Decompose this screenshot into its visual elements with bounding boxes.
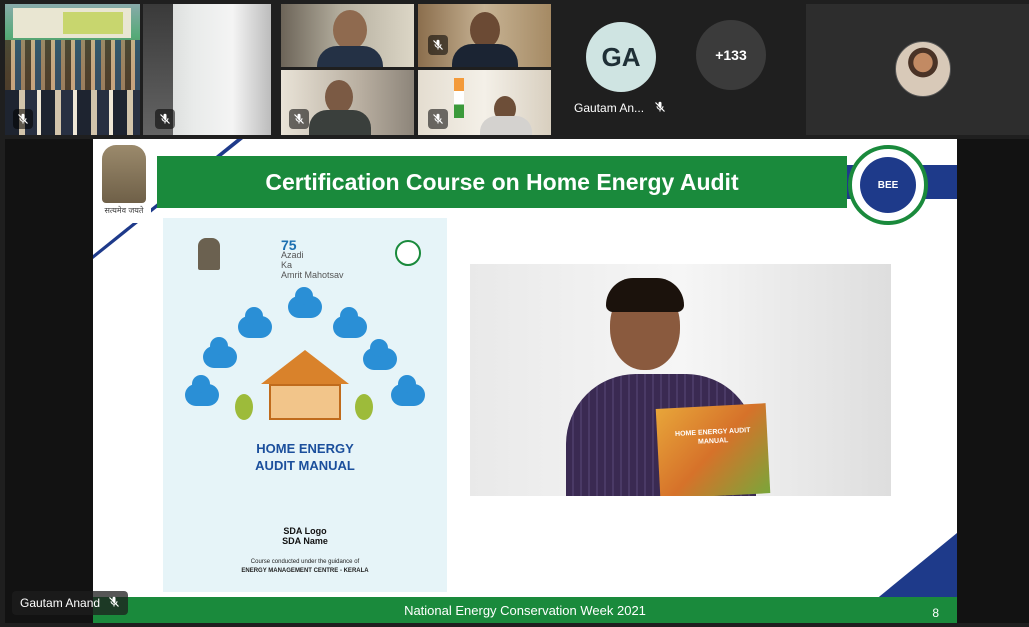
mic-off-icon [155,109,175,129]
mic-off-icon [428,109,448,129]
presentation-slide: सत्यमेव जयते Certification Course on Hom… [93,139,957,623]
video-feed [606,278,684,312]
participant-tile-ga[interactable]: GA Gautam An... [562,4,678,135]
shared-screen: सत्यमेव जयते Certification Course on Hom… [5,139,1029,623]
participant-tile-6[interactable] [418,70,551,135]
slide-page-number: 8 [932,606,939,620]
manual-logos: 75 Azadi Ka Amrit Mahotsav [163,237,447,280]
bee-logo-icon: BEE [860,157,916,213]
more-participants-button[interactable]: +133 [696,20,766,90]
participant-tile-3[interactable] [281,4,414,67]
tree-icon [355,394,373,420]
camera-cloud-icon [363,339,397,370]
presenter-name: Gautam Anand [20,596,101,610]
manual-cover-image: 75 Azadi Ka Amrit Mahotsav HOME ENERGY A… [163,218,447,592]
participant-tile-5[interactable] [281,70,414,135]
government-emblem-icon [198,238,220,270]
participant-name: Gautam An... [574,101,645,115]
video-feed [325,80,353,114]
wifi-cloud-icon [288,287,322,318]
bulb-cloud-icon [333,307,367,338]
mic-off-icon [13,109,33,129]
tree-icon [235,394,253,420]
self-view-tile[interactable] [806,4,1029,135]
mic-off-icon [108,596,120,611]
video-feed [63,12,123,34]
participant-tile-2[interactable] [143,4,271,135]
house-icon [261,350,349,384]
bee-logo-icon [395,240,421,266]
video-feed [333,10,367,50]
lock-cloud-icon [203,337,237,368]
emblem-motto: सत्यमेव जयते [104,206,144,215]
national-emblem-logo: सत्यमेव जयते [97,143,151,223]
video-feed [309,110,371,135]
mic-off-icon [289,109,309,129]
embedded-video: HOME ENERGY AUDIT MANUAL [470,264,891,496]
drop-cloud-icon [185,375,219,406]
sda-info: SDA Logo SDA Name [282,526,328,546]
video-feed [317,46,383,67]
sun-cloud-icon [238,307,272,338]
avatar [895,41,951,97]
slide-title-bar: Certification Course on Home Energy Audi… [157,156,847,208]
slide-footer-text: National Energy Conservation Week 2021 [404,603,646,618]
video-feed [452,44,518,67]
video-feed [5,40,140,90]
video-feed [470,12,500,48]
guidance-text: Course conducted under the guidance of E… [241,559,369,574]
slide-title: Certification Course on Home Energy Audi… [265,168,739,195]
participant-tile-4[interactable] [418,4,551,67]
mic-off-icon [428,35,448,55]
presenter-label: Gautam Anand [12,591,129,615]
participant-tile-1[interactable] [5,4,140,135]
manual-book [655,403,771,496]
azadi-logo: 75 Azadi Ka Amrit Mahotsav [281,237,344,280]
emblem-icon [102,145,146,203]
video-feed [480,116,532,135]
manual-title: HOME ENERGY AUDIT MANUAL [255,441,355,473]
temperature-cloud-icon [391,375,425,406]
meeting-window: GA Gautam An... +133 सत्यमेव जयते Certif… [0,0,1029,627]
avatar: GA [586,22,656,92]
video-feed [454,78,464,118]
bee-logo: BEE [848,145,928,225]
smart-home-illustration [183,287,427,423]
mic-off-icon [654,100,666,118]
house-icon [269,384,341,420]
